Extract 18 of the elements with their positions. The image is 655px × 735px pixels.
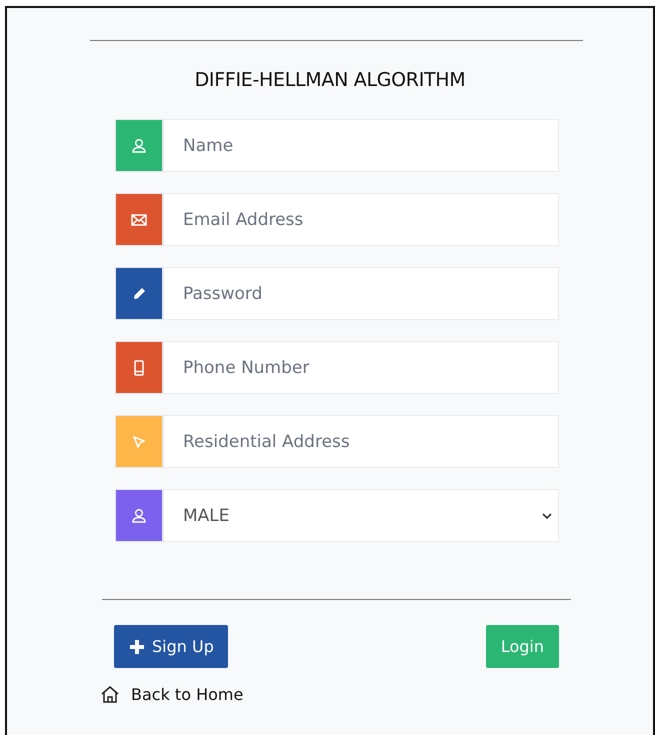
pencil-icon	[132, 287, 146, 300]
input-field[interactable]: Residential Address	[163, 415, 559, 468]
chevron-icon	[542, 512, 552, 518]
back-to-home-link[interactable]: Back to Home	[101, 685, 244, 704]
input-field[interactable]: Name	[163, 119, 559, 172]
phone-icon	[134, 360, 144, 376]
gender-select[interactable]: MALE	[163, 489, 559, 542]
person-icon	[132, 508, 146, 523]
person-icon	[132, 138, 146, 153]
input-field[interactable]: Phone Number	[163, 341, 559, 394]
envelope-icon	[131, 214, 147, 226]
plus-icon	[130, 640, 144, 654]
cursor-icon	[133, 436, 145, 448]
input-field[interactable]: Email Address	[163, 193, 559, 246]
home-icon	[101, 686, 119, 703]
sign-up-button[interactable]: Sign Up	[114, 625, 228, 668]
input-field[interactable]: Password	[163, 267, 559, 320]
form-title: DIFFIE-HELLMAN ALGORITHM	[194, 69, 466, 91]
